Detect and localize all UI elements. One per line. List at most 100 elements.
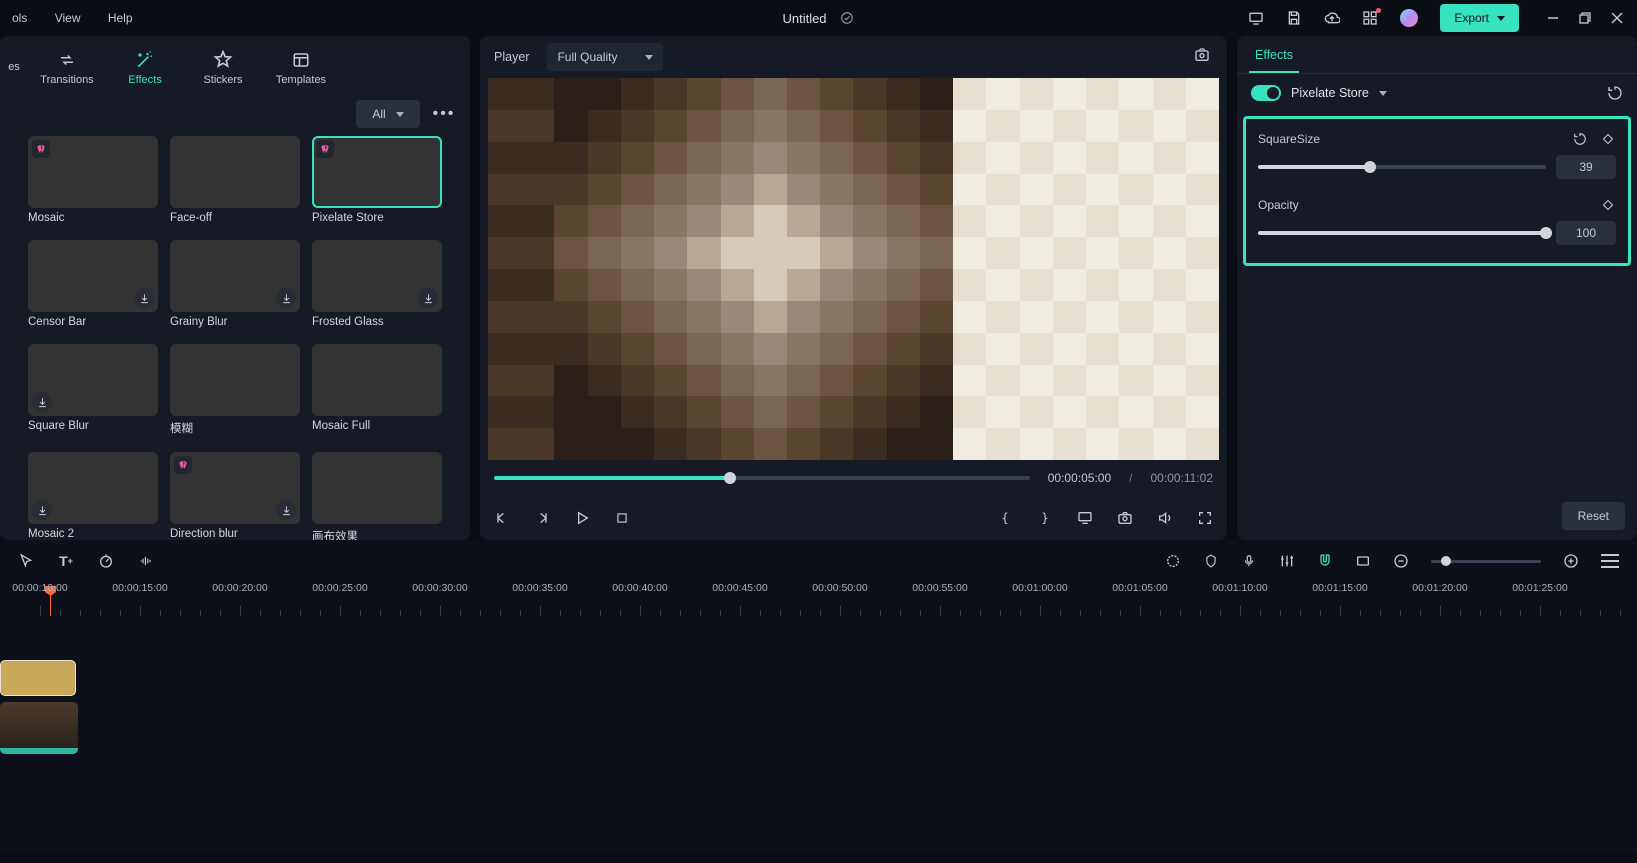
chevron-down-icon <box>645 55 653 60</box>
prop-opacity: Opacity 100 <box>1258 197 1616 245</box>
effect-thumb[interactable]: Mosaic Full <box>312 344 442 436</box>
mark-out-icon[interactable]: } <box>1037 510 1053 526</box>
menu-help[interactable]: Help <box>108 11 133 25</box>
ruler-mark: 00:00:55:00 <box>912 582 967 594</box>
crop-tool-icon[interactable] <box>1355 553 1371 569</box>
download-icon[interactable] <box>276 288 296 308</box>
mixer-tool-icon[interactable] <box>1279 553 1295 569</box>
text-tool-icon[interactable]: T+ <box>58 553 74 569</box>
effect-thumb[interactable]: Face-off <box>170 136 300 224</box>
tab-effects-props[interactable]: Effects <box>1255 48 1293 62</box>
reset-effect-icon[interactable] <box>1607 85 1623 101</box>
download-icon[interactable] <box>418 288 438 308</box>
marker-tool-icon[interactable] <box>1203 553 1219 569</box>
play-button[interactable] <box>574 510 590 526</box>
effect-thumb[interactable]: Mosaic <box>28 136 158 224</box>
effect-enable-toggle[interactable] <box>1251 85 1281 101</box>
export-button-label: Export <box>1454 11 1489 25</box>
prop-label: SquareSize <box>1258 132 1320 146</box>
zoom-out-button[interactable] <box>1393 553 1409 569</box>
mic-tool-icon[interactable] <box>1241 553 1257 569</box>
download-icon[interactable] <box>276 500 296 520</box>
monitor-icon[interactable] <box>1077 510 1093 526</box>
opacity-slider[interactable] <box>1258 231 1546 235</box>
menu-view[interactable]: View <box>55 11 81 25</box>
next-frame-button[interactable] <box>534 510 550 526</box>
effect-thumb[interactable]: Censor Bar <box>28 240 158 328</box>
maximize-button[interactable] <box>1577 10 1593 26</box>
cloud-upload-icon[interactable] <box>1324 10 1340 26</box>
timeline-options-button[interactable] <box>1601 554 1619 568</box>
chevron-down-icon <box>396 112 404 117</box>
effects-grid: MosaicFace-offPixelate Store Censor Bar Gr… <box>28 136 464 540</box>
keyframe-icon[interactable] <box>1600 131 1616 147</box>
snapshot-icon[interactable] <box>1193 47 1213 67</box>
opacity-value[interactable]: 100 <box>1556 221 1616 245</box>
menu-tools[interactable]: ols <box>12 11 27 25</box>
tab-shapes[interactable]: es <box>0 42 28 92</box>
ruler-mark: 00:00:50:00 <box>812 582 867 594</box>
more-options-button[interactable]: ••• <box>430 105 458 123</box>
quality-select[interactable]: Full Quality <box>547 43 663 71</box>
close-button[interactable] <box>1609 10 1625 26</box>
camera-icon[interactable] <box>1117 510 1133 526</box>
zoom-slider[interactable] <box>1431 560 1541 563</box>
seek-slider[interactable] <box>494 476 1030 480</box>
effect-clip[interactable] <box>0 660 76 696</box>
save-icon[interactable] <box>1286 10 1302 26</box>
squaresize-value[interactable]: 39 <box>1556 155 1616 179</box>
effects-grid-scroll[interactable]: MosaicFace-offPixelate Store Censor Bar Gr… <box>0 136 470 540</box>
squaresize-slider[interactable] <box>1258 165 1546 169</box>
volume-icon[interactable] <box>1157 510 1173 526</box>
color-tool-icon[interactable] <box>1165 553 1181 569</box>
effect-thumb[interactable]: Grainy Blur <box>170 240 300 328</box>
keyframe-icon[interactable] <box>1600 197 1616 213</box>
effect-thumb-label: Censor Bar <box>28 316 158 328</box>
premium-gem-icon <box>32 140 50 158</box>
speed-tool-icon[interactable] <box>98 553 114 569</box>
effect-thumb[interactable]: Mosaic 2 <box>28 452 158 540</box>
tab-templates[interactable]: Templates <box>262 42 340 92</box>
effect-thumb[interactable]: Frosted Glass <box>312 240 442 328</box>
effect-thumb[interactable]: 画布效果 <box>312 452 442 540</box>
account-avatar-icon[interactable] <box>1400 9 1418 27</box>
effects-filter-select[interactable]: All <box>356 100 420 128</box>
effect-thumb[interactable]: Direction blur <box>170 452 300 540</box>
magnet-tool-icon[interactable] <box>1317 553 1333 569</box>
cursor-tool-icon[interactable] <box>18 553 34 569</box>
effect-thumb-label: 模糊 <box>170 420 300 436</box>
export-button[interactable]: Export <box>1440 4 1519 32</box>
timeline-panel: T+ 00:00:10:0000:00:15:0000:00:20:0000:0… <box>0 540 1637 853</box>
ruler-mark: 00:00:20:00 <box>212 582 267 594</box>
reset-prop-icon[interactable] <box>1572 131 1588 147</box>
effect-thumb[interactable]: Pixelate Store <box>312 136 442 224</box>
audio-tool-icon[interactable] <box>138 553 154 569</box>
display-icon[interactable] <box>1248 10 1264 26</box>
stop-button[interactable] <box>614 510 630 526</box>
reset-button[interactable]: Reset <box>1562 502 1625 530</box>
sync-status-icon <box>839 10 855 26</box>
video-clip[interactable] <box>0 702 78 754</box>
mark-in-icon[interactable]: { <box>997 510 1013 526</box>
minimize-button[interactable] <box>1545 10 1561 26</box>
effect-thumb-label: Frosted Glass <box>312 316 442 328</box>
chevron-down-icon[interactable] <box>1379 91 1387 96</box>
tab-transitions[interactable]: Transitions <box>28 42 106 92</box>
prev-frame-button[interactable] <box>494 510 510 526</box>
fullscreen-icon[interactable] <box>1197 510 1213 526</box>
tab-effects[interactable]: Effects <box>106 42 184 92</box>
download-icon[interactable] <box>32 500 52 520</box>
timeline-ruler[interactable]: 00:00:10:0000:00:15:0000:00:20:0000:00:2… <box>0 582 1637 616</box>
effect-thumb[interactable]: 模糊 <box>170 344 300 436</box>
effect-thumb[interactable]: Square Blur <box>28 344 158 436</box>
project-title: Untitled <box>782 11 826 26</box>
tab-stickers[interactable]: Stickers <box>184 42 262 92</box>
timeline-tracks[interactable] <box>0 616 1637 853</box>
zoom-in-button[interactable] <box>1563 553 1579 569</box>
download-icon[interactable] <box>32 392 52 412</box>
download-icon[interactable] <box>134 288 154 308</box>
ruler-mark: 00:00:35:00 <box>512 582 567 594</box>
playhead[interactable] <box>50 596 51 616</box>
player-viewport[interactable] <box>488 78 1219 460</box>
apps-icon[interactable] <box>1362 10 1378 26</box>
